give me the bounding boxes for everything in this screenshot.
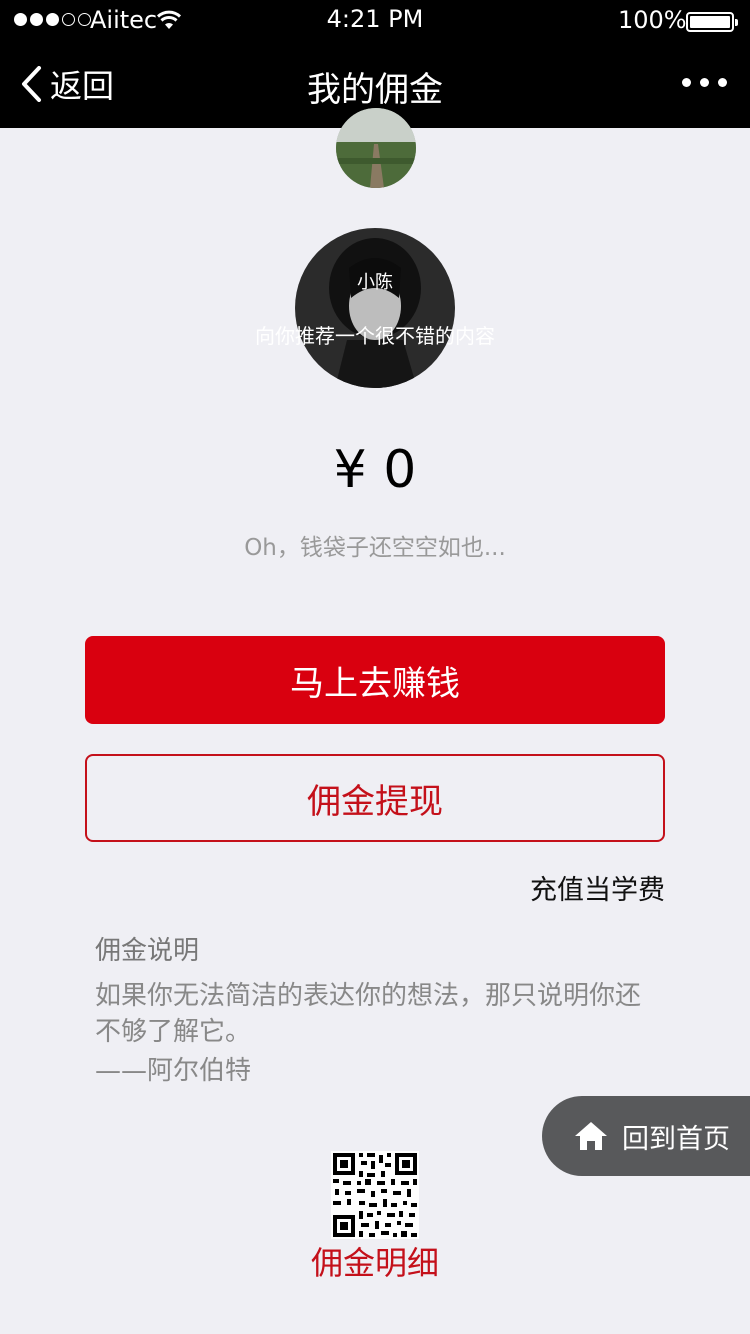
page-title: 我的佣金 (307, 70, 443, 110)
landscape-avatar (336, 108, 416, 188)
battery-icon (686, 12, 738, 32)
qr-code-image (331, 1151, 419, 1239)
status-bar: Aiitec 4:21 PM 100% (0, 0, 750, 40)
commission-amount: ¥ 0 (333, 440, 417, 500)
recommender-avatar (295, 228, 455, 388)
empty-wallet-hint: Oh，钱袋子还空空如也... (244, 535, 506, 561)
more-menu-icon[interactable] (682, 78, 727, 87)
back-to-home-button[interactable]: 回到首页 (542, 1096, 750, 1176)
commission-detail-link[interactable]: 佣金明细 (0, 1238, 750, 1284)
recharge-tuition-link[interactable]: 充值当学费 (530, 868, 665, 907)
description-body: 如果你无法简洁的表达你的想法，那只说明你还不够了解它。 (95, 981, 642, 1047)
back-to-home-label: 回到首页 (622, 1123, 730, 1155)
recommend-text: 向你推荐一个很不错的内容 (255, 324, 495, 348)
withdraw-commission-button[interactable]: 佣金提现 (85, 754, 665, 842)
description-title: 佣金说明 (95, 936, 200, 966)
recommender-name: 小陈 (357, 272, 393, 293)
description-signature: ——阿尔伯特 (95, 1056, 252, 1086)
earn-money-button[interactable]: 马上去赚钱 (85, 636, 665, 724)
battery-percent: 100% (618, 6, 687, 34)
home-icon (575, 1122, 607, 1150)
